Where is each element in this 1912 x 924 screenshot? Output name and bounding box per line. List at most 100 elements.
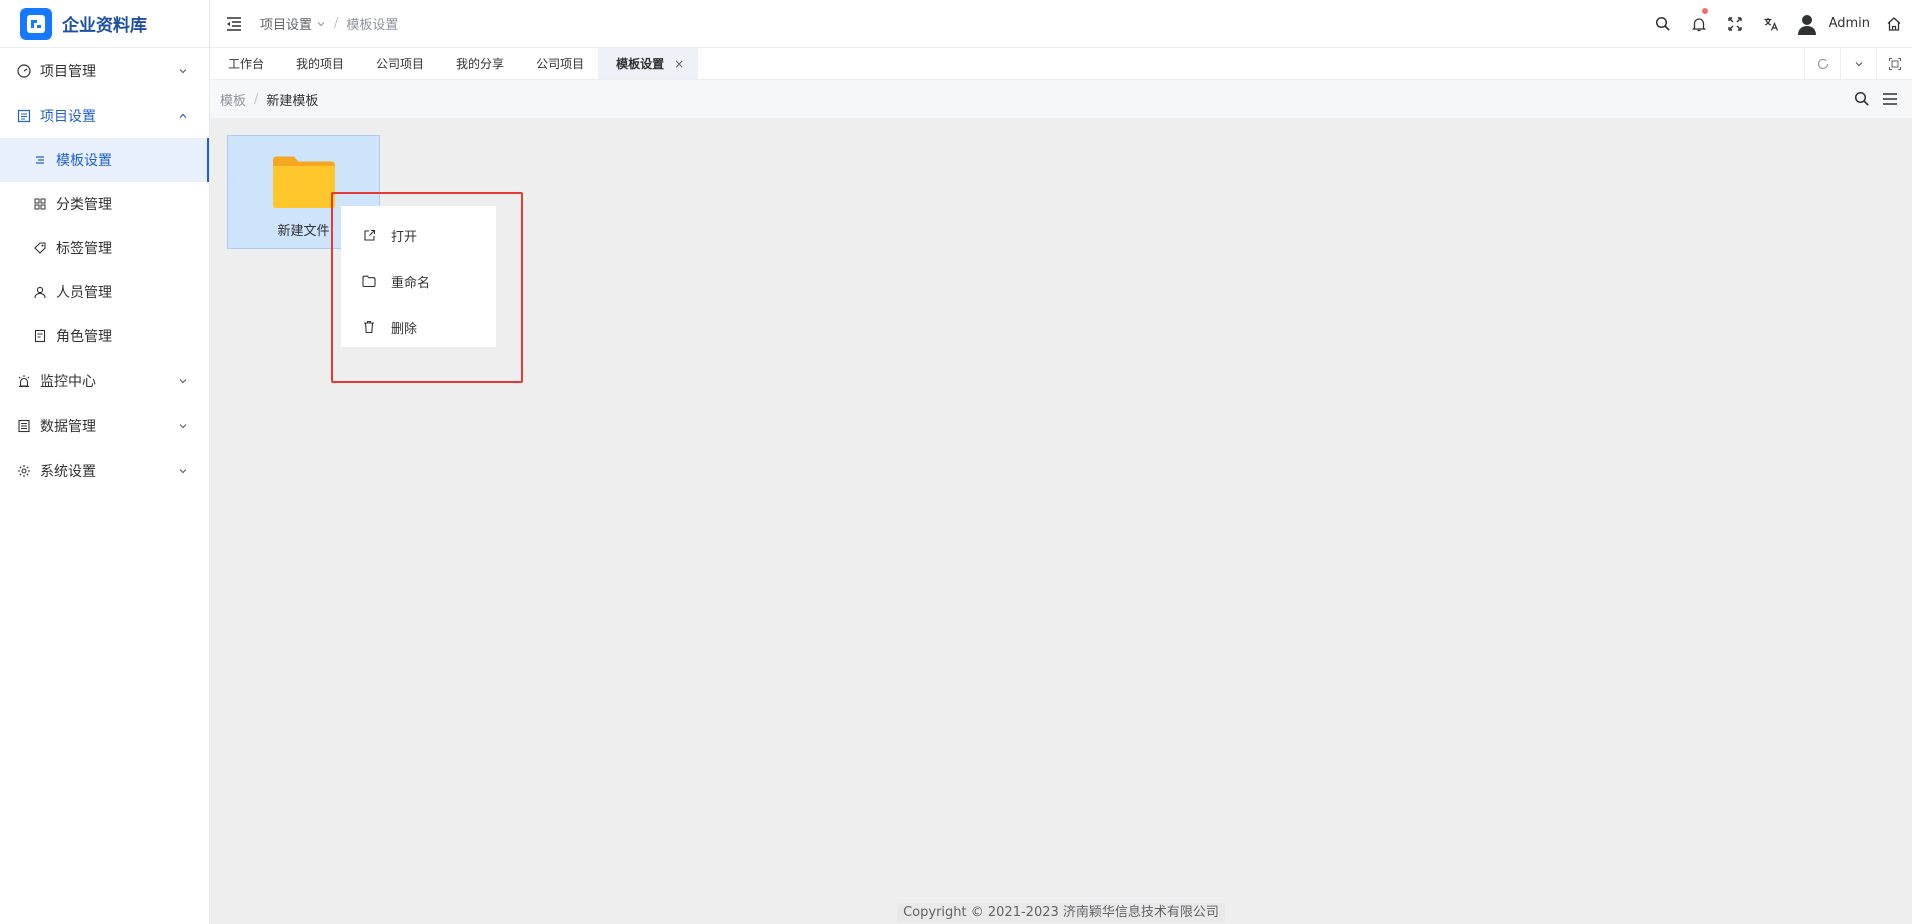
tab-label: 我的分享 [456,57,505,71]
sidebar-item-template-settings[interactable]: 模板设置 [0,138,209,182]
dashboard-icon [16,63,32,79]
sidebar-menu: 项目管理 项目设置 模板设置 分类管理 标签管理 人员管理 角色管理 监控中心 … [0,48,209,493]
folder-breadcrumb-bar: 模板 / 新建模板 [210,80,1912,118]
user-name: Admin [1828,16,1870,31]
menu-icon [1883,93,1897,105]
breadcrumb-parent[interactable]: 项目设置 [260,14,312,33]
breadcrumb: 项目设置 / 模板设置 [260,14,398,33]
role-icon [32,328,48,344]
tab-label: 模板设置 [616,57,665,71]
tab-label: 公司项目 [536,57,585,71]
sidebar-item-label: 标签管理 [56,241,112,257]
trash-icon [361,319,377,335]
home-icon [1887,16,1901,31]
sidebar-item-label: 人员管理 [56,285,112,301]
context-menu-rename[interactable]: 重命名 [341,258,496,304]
tab-close-icon[interactable]: × [674,57,684,71]
home-button[interactable] [1876,0,1912,48]
sidebar-item-label: 角色管理 [56,329,112,345]
chevron-down-icon [177,465,189,477]
tab-tools [1804,48,1912,80]
tab-company-projects-2[interactable]: 公司项目 [518,48,598,79]
view-menu-button[interactable] [1876,80,1904,118]
context-menu-label: 删除 [391,321,418,337]
logo-icon [20,7,52,40]
menu-fold-icon [227,16,241,31]
sidebar-item-category-management[interactable]: 分类管理 [0,182,209,226]
refresh-tab-button[interactable] [1804,48,1840,80]
tab-bar: 工作台 我的项目 公司项目 我的分享 公司项目 模板设置 × [210,48,1912,80]
database-icon [16,418,32,434]
chevron-down-icon [316,19,326,29]
translate-icon [1764,17,1778,31]
sidebar-item-project-settings[interactable]: 项目设置 [0,93,209,138]
app-title: 企业资料库 [62,16,147,36]
folder-outline-icon [361,273,377,289]
search-icon [1854,91,1869,106]
chevron-down-icon [177,65,189,77]
folder-icon [271,154,337,214]
language-button[interactable] [1753,0,1789,48]
sidebar-item-tag-management[interactable]: 标签管理 [0,226,209,270]
tab-company-projects[interactable]: 公司项目 [358,48,438,79]
tab-my-shares[interactable]: 我的分享 [438,48,518,79]
breadcrumb-separator: / [254,91,259,107]
tab-label: 我的项目 [296,57,345,71]
header-toolbar: Admin [1645,0,1912,48]
tab-my-projects[interactable]: 我的项目 [278,48,358,79]
sidebar-item-label: 监控中心 [40,373,96,390]
footer: Copyright © 2021-2023 济南颖华信息技术有限公司 [210,901,1912,922]
sidebar-toggle-button[interactable] [216,0,252,48]
sidebar-item-role-management[interactable]: 角色管理 [0,314,209,358]
chevron-up-icon [177,110,189,122]
grid-icon [32,196,48,212]
avatar [1795,12,1819,36]
user-menu[interactable]: Admin [1795,12,1870,36]
user-icon [32,284,48,300]
tab-workbench[interactable]: 工作台 [210,48,278,79]
sidebar-item-label: 系统设置 [40,463,96,480]
folder-breadcrumb-current: 新建模板 [266,93,319,109]
context-menu-open[interactable]: 打开 [341,212,496,258]
search-icon [1655,16,1670,31]
copyright-text: Copyright © 2021-2023 济南颖华信息技术有限公司 [897,903,1225,922]
sidebar-item-label: 项目管理 [40,63,96,80]
document-list-icon [16,108,32,124]
bell-icon [1691,17,1706,31]
folder-label: 新建文件 [277,224,330,239]
subbar-tools [1848,80,1904,118]
chevron-down-icon [1855,62,1862,67]
sidebar-item-label: 分类管理 [56,197,112,213]
app-logo[interactable]: 企业资料库 [0,0,209,48]
tab-label: 公司项目 [376,57,425,71]
external-link-icon [361,227,377,243]
breadcrumb-separator: / [334,16,339,31]
top-header: 项目设置 / 模板设置 Admin [210,0,1912,48]
breadcrumb-current: 模板设置 [346,18,399,33]
sidebar: 企业资料库 项目管理 项目设置 模板设置 分类管理 标签管理 人员管理 角色管理… [0,0,210,924]
sidebar-item-system-settings[interactable]: 系统设置 [0,448,209,493]
tab-template-settings[interactable]: 模板设置 × [598,48,699,79]
avatar-icon [1797,14,1816,35]
notification-button[interactable] [1681,0,1717,48]
chevron-down-icon [177,420,189,432]
context-menu-delete[interactable]: 删除 [341,304,496,350]
sidebar-item-data-management[interactable]: 数据管理 [0,403,209,448]
sidebar-item-project-management[interactable]: 项目管理 [0,48,209,93]
tab-label: 工作台 [228,57,265,71]
tag-icon [32,240,48,256]
sidebar-item-label: 模板设置 [56,153,112,169]
folder-breadcrumb-root[interactable]: 模板 [220,90,246,109]
sidebar-item-user-management[interactable]: 人员管理 [0,270,209,314]
fullscreen-icon [1727,16,1742,31]
file-browser-area[interactable]: 新建文件 打开 重命名 删除 Copyright © 2021-2023 济南颖… [210,118,1912,924]
tab-dropdown-button[interactable] [1840,48,1876,80]
context-menu: 打开 重命名 删除 [341,206,496,347]
fullscreen-button[interactable] [1717,0,1753,48]
context-menu-label: 重命名 [391,275,431,291]
search-button[interactable] [1645,0,1681,48]
maximize-tab-button[interactable] [1876,48,1912,80]
sidebar-item-monitoring-center[interactable]: 监控中心 [0,358,209,403]
gear-icon [16,463,32,479]
folder-search-button[interactable] [1848,80,1876,118]
